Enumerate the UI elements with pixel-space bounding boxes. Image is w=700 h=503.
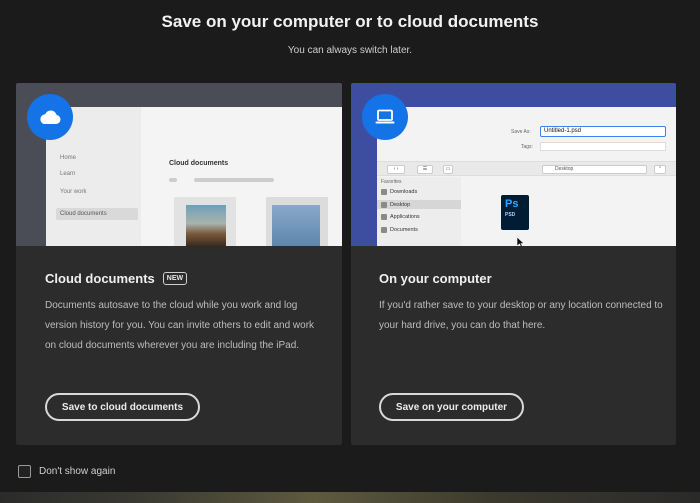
mock-sidebar-item: Your work [60,189,87,195]
card-title: On your computer [379,271,492,286]
laptop-icon [362,94,408,140]
save-to-cloud-button[interactable]: Save to cloud documents [45,393,200,421]
mock-sidebar-item: Learn [60,171,76,177]
new-badge: NEW [162,272,188,285]
location-select: Desktop [542,165,647,174]
cloud-icon [27,94,73,140]
finder-item: Downloads [381,189,417,195]
mock-finder-sidebar: Favorites Downloads Desktop Applications… [377,177,461,246]
tags-label: Tags: [521,144,533,150]
documents-icon [381,227,387,233]
cloud-preview: Home Learn Your work Cloud documents Clo… [16,83,342,246]
favorites-label: Favorites [381,179,402,185]
mock-sidebar-item: Home [60,155,77,161]
psd-file-icon: Ps PSD [501,195,529,230]
card-title-text: On your computer [379,271,492,286]
mock-thumbnail [266,197,328,246]
dont-show-again-label: Don't show again [39,466,116,477]
local-preview: Save As: Untitled-1.psd Tags: ‹ › ☰ ▭ De… [351,83,676,246]
save-on-computer-button[interactable]: Save on your computer [379,393,524,421]
dialog-subtitle: You can always switch later. [287,45,413,56]
tags-field [540,142,666,151]
applications-icon [381,214,387,220]
on-your-computer-card[interactable]: Save As: Untitled-1.psd Tags: ‹ › ☰ ▭ De… [351,83,676,445]
folder-icon: ▭ [443,165,453,174]
dont-show-again-checkbox[interactable] [18,465,31,478]
card-description: Documents autosave to the cloud while yo… [45,300,315,351]
card-title-text: Cloud documents [45,271,155,286]
mock-sidebar-item-active: Cloud documents [56,208,138,220]
save-dialog-mock-window: Save As: Untitled-1.psd Tags: ‹ › ☰ ▭ De… [377,107,676,246]
downloads-icon [381,189,387,195]
card-description: If you'd rather save to your desktop or … [379,300,663,331]
save-as-field: Untitled-1.psd [540,126,666,137]
cloud-documents-card[interactable]: Home Learn Your work Cloud documents Clo… [16,83,342,445]
desktop-icon [381,201,387,208]
mock-toolbar-bar [169,178,177,182]
mock-thumbnail-photo [174,197,236,246]
dialog-title: Save on your computer or to cloud docume… [161,12,539,31]
card-title: Cloud documents NEW [45,271,188,286]
mock-heading: Cloud documents [169,160,229,167]
back-forward-icon: ‹ › [387,165,405,174]
finder-item-selected: Desktop [377,200,461,209]
dont-show-again-row[interactable]: Don't show again [18,465,115,478]
save-as-label: Save As: [511,129,531,135]
finder-item: Documents [381,227,418,233]
mock-toolbar-bar [194,178,274,182]
finder-item: Applications [381,214,420,220]
mock-finder-toolbar: ‹ › ☰ ▭ Desktop ⌃ [377,161,676,176]
background-strip [0,492,700,503]
view-icon: ☰ [417,165,433,174]
cursor-icon [517,237,525,246]
cloud-documents-mock-window: Home Learn Your work Cloud documents Clo… [46,107,342,246]
expand-icon: ⌃ [654,165,666,174]
